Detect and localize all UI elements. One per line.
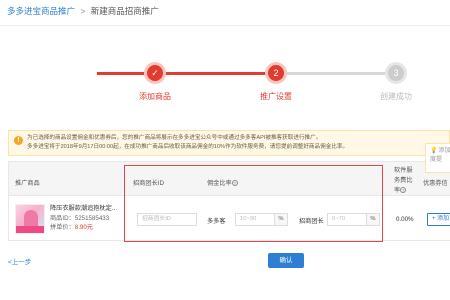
header-product: 推广商品 xyxy=(15,180,40,187)
group-id-input[interactable]: 招商团长ID xyxy=(137,213,197,226)
step-add-product: ✓ 添加商品 xyxy=(110,58,200,102)
header-service-fee: 软件服务费比率? xyxy=(394,166,414,196)
notice-banner: ! 为已选择的商品设置佣金和优惠券后，您的推广商品将展示在多多进宝公众号中或通过… xyxy=(8,130,450,156)
confirm-button[interactable]: 确认 xyxy=(268,253,304,268)
product-price: 8.90元 xyxy=(74,224,93,231)
step-number: 3 xyxy=(388,65,404,81)
header-divider xyxy=(0,25,450,26)
group-leader-rate-input[interactable]: 0~70 xyxy=(327,213,367,226)
notice-line-1: 为已选择的商品设置佣金和优惠券后，您的推广商品将展示在多多进宝公众号中或通过多多… xyxy=(27,135,322,141)
warning-icon: ! xyxy=(14,136,23,145)
duoduoke-rate-input[interactable]: 10~90 xyxy=(235,213,275,226)
product-id-line: 商品ID：5251585433 xyxy=(50,214,117,224)
header-rate-label: 佣金比率 xyxy=(207,180,232,187)
progress-stepper: ✓ 添加商品 2 推广设置 3 创建成功 xyxy=(0,58,450,108)
breadcrumb: 多多进宝商品推广 > 新建商品招商推广 xyxy=(7,5,159,17)
duoduoke-rate-label: 多多客 xyxy=(207,218,226,225)
product-price-label: 拼单价： xyxy=(50,224,75,231)
step-number: 2 xyxy=(268,65,284,81)
lightbulb-icon: 💡 xyxy=(430,148,438,154)
product-info: 降压衣服款潮追抱枕定... 商品ID：5251585433 拼单价：8.90元 xyxy=(50,204,117,233)
header-rate: 佣金比率? xyxy=(207,178,238,187)
tooltip-line-1-text: 添加 xyxy=(438,148,450,154)
tooltip-line-2: 度提 xyxy=(430,157,443,163)
step-promotion-settings: 2 推广设置 xyxy=(231,58,321,102)
table-row: 降压衣服款潮追抱枕定... 商品ID：5251585433 拼单价：8.90元 … xyxy=(9,196,450,242)
header-group-id: 招商团长ID xyxy=(133,180,164,187)
step-label: 创建成功 xyxy=(380,92,412,101)
service-fee-value: 0.00% xyxy=(396,216,414,223)
tooltip-popover: 💡添加 度提 xyxy=(425,143,450,173)
thumbnail-band xyxy=(16,226,44,233)
check-icon: ✓ xyxy=(147,65,163,81)
product-id: 5251585433 xyxy=(74,214,110,222)
help-icon[interactable]: ? xyxy=(231,180,238,187)
product-thumbnail[interactable] xyxy=(15,204,45,234)
breadcrumb-root-link[interactable]: 多多进宝商品推广 xyxy=(7,6,75,16)
percent-suffix: % xyxy=(275,213,288,226)
table-header: 推广商品 招商团长ID 佣金比率? 软件服务费比率? 优惠券信 xyxy=(9,162,450,196)
tooltip-line-1: 💡添加 xyxy=(430,147,450,156)
step-created: 3 创建成功 xyxy=(351,58,441,102)
group-leader-rate-label: 招商团长 xyxy=(299,218,324,225)
product-id-label: 商品ID： xyxy=(50,214,75,222)
add-coupon-button[interactable]: + 添加 xyxy=(427,213,450,226)
step-label: 推广设置 xyxy=(260,92,292,101)
notice-line-2: 多多进宝将于2018年9月17日00:00起，在成功推广商品后收取该商品佣金的1… xyxy=(27,144,349,150)
back-link[interactable]: <上一步 xyxy=(8,256,31,266)
breadcrumb-separator: > xyxy=(80,6,86,16)
step-label: 添加商品 xyxy=(139,92,171,101)
percent-suffix: % xyxy=(367,213,380,226)
help-icon[interactable]: ? xyxy=(400,187,407,194)
breadcrumb-current: 新建商品招商推广 xyxy=(90,6,159,16)
product-table: 推广商品 招商团长ID 佣金比率? 软件服务费比率? 优惠券信 降压衣服款潮追抱… xyxy=(8,161,450,241)
header-coupon: 优惠券信 xyxy=(423,180,448,187)
product-name[interactable]: 降压衣服款潮追抱枕定... xyxy=(50,204,117,214)
product-price-line: 拼单价：8.90元 xyxy=(50,223,117,233)
